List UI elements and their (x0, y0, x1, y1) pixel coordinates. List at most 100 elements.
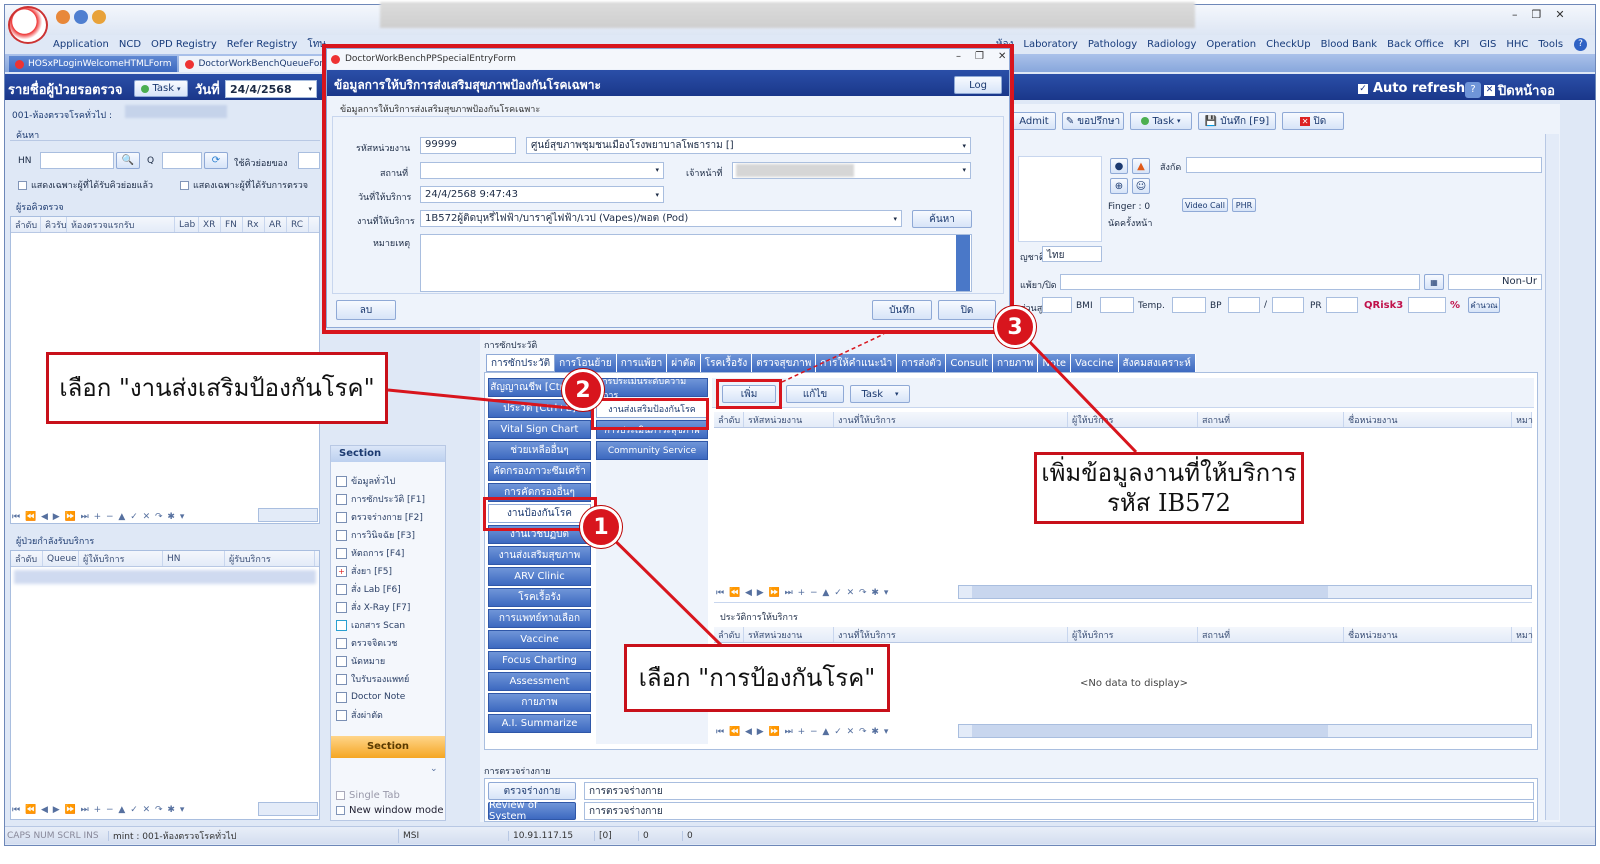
vtab-chronic[interactable]: โรคเรื้อรัง (488, 588, 591, 607)
vtab-alt-medicine[interactable]: การแพทย์ทางเลือก (488, 609, 591, 628)
col-queue[interactable]: Queue (43, 551, 79, 566)
quick-icon-2[interactable] (74, 10, 88, 24)
section-item-procedure[interactable]: หัตถการ [F4] (336, 544, 442, 562)
admit-button[interactable]: Admit (1012, 112, 1056, 130)
right-scrollbar[interactable] (1545, 134, 1559, 820)
section-footer-button[interactable]: Section (331, 736, 445, 758)
service-grid-navigator[interactable]: ⏮ ⏪ ◀ ▶ ⏩ ⏭ + − ▲ ✓ ✕ ↷ ✱ ▾ (716, 588, 956, 598)
col-order[interactable]: ลำดับ (714, 627, 744, 642)
col-queue[interactable]: คิวรับ (41, 217, 67, 232)
qrisk-input[interactable] (1408, 297, 1446, 313)
menu-hhc[interactable]: HHC (1501, 39, 1533, 50)
non-ur-field[interactable]: Non-Ur (1448, 274, 1542, 290)
filter-checkbox-1[interactable]: แสดงเฉพาะผู้ที่ได้รับคิวย่อยแล้ว (18, 178, 153, 192)
filter-checkbox-2[interactable]: แสดงเฉพาะผู้ที่ได้รับการตรวจ (180, 178, 308, 192)
col-service[interactable]: งานที่ให้บริการ (834, 412, 1068, 427)
consult-button[interactable]: ✎ ขอปรึกษา (1062, 112, 1124, 130)
subtab-disability[interactable]: การประเมินระดับความพิการ (596, 377, 708, 401)
menu-laboratory[interactable]: Laboratory (1018, 39, 1082, 50)
single-tab-checkbox[interactable]: Single Tab (336, 790, 400, 801)
drug-allergy-field[interactable] (1060, 274, 1420, 290)
grid-splitter[interactable] (714, 602, 1532, 606)
bp-diastolic-input[interactable] (1272, 297, 1304, 313)
hn-input[interactable] (40, 152, 114, 169)
doc-tab-welcome[interactable]: HOSxPLoginWelcomeHTMLForm (9, 56, 178, 72)
grid-task-button[interactable]: Task ▾ (850, 385, 910, 403)
tab-history[interactable]: การซักประวัติ (486, 354, 556, 372)
section-item-physical-exam[interactable]: ตรวจร่างกาย [F2] (336, 508, 442, 526)
tab-referral[interactable]: การส่งตัว (897, 354, 947, 372)
restore-icon[interactable]: ❐ (1532, 8, 1542, 21)
col-order[interactable]: ลำดับ (11, 217, 41, 232)
col-xr[interactable]: XR (199, 217, 221, 232)
section-item-surgery[interactable]: สั่งผ่าตัด (336, 706, 442, 724)
tab-chronic[interactable]: โรคเรื้อรัง (700, 354, 753, 372)
minimize-icon[interactable]: – (1512, 8, 1518, 21)
menu-opd-registry[interactable]: OPD Registry (146, 39, 222, 50)
section-item-doctor-note[interactable]: Doctor Note (336, 688, 442, 706)
col-more[interactable]: หมา (1512, 412, 1533, 427)
bmi-input[interactable] (1100, 297, 1134, 313)
col-provider[interactable]: ผู้ให้บริการ (79, 551, 163, 566)
ros-field[interactable]: การตรวจร่างกาย (584, 802, 1534, 820)
section-item-psychiatry[interactable]: ตรวจจิตเวช (336, 634, 442, 652)
section-item-history[interactable]: การซักประวัติ [F1] (336, 490, 442, 508)
physical-exam-button[interactable]: ตรวจร่างกาย (488, 782, 576, 800)
col-unit-code[interactable]: รหัสหน่วยงาน (744, 627, 834, 642)
user-icon[interactable]: ☺ (1132, 178, 1150, 194)
menu-pathology[interactable]: Pathology (1083, 39, 1142, 50)
close-icon[interactable]: ✕ (1555, 8, 1564, 21)
quick-icon-3[interactable] (92, 10, 106, 24)
vtab-ai-summarize[interactable]: A.I. Summarize (488, 714, 591, 733)
temp-input[interactable] (1172, 297, 1206, 313)
header-task-button[interactable]: Task ▾ (134, 80, 188, 97)
waiting-grid-navigator[interactable]: ⏮ ⏪ ◀ ▶ ⏩ ⏭ + − ▲ ✓ ✕ ↷ ✱ ▾ (12, 512, 262, 522)
history-grid-scroll-thumb[interactable] (972, 725, 1328, 737)
right-close-button[interactable]: ✕ ปิด (1282, 112, 1344, 130)
video-call-button[interactable]: Video Call (1182, 198, 1228, 212)
tab-social-work[interactable]: สังคมสงเคราะห์ (1118, 354, 1196, 372)
tab-vaccine[interactable]: Vaccine (1071, 354, 1119, 372)
history-grid-navigator[interactable]: ⏮ ⏪ ◀ ▶ ⏩ ⏭ + − ▲ ✓ ✕ ↷ ✱ ▾ (716, 727, 956, 737)
serving-grid[interactable] (10, 550, 320, 820)
refresh-button[interactable]: ⟳ (204, 152, 228, 169)
col-lab[interactable]: Lab (175, 217, 199, 232)
vtab-other-help[interactable]: ช่วยเหลืออื่นๆ (488, 441, 591, 460)
col-hn[interactable]: HN (163, 551, 225, 566)
physical-exam-field[interactable]: การตรวจร่างกาย (584, 782, 1534, 800)
vtab-physio[interactable]: กายภาพ (488, 693, 591, 712)
vtab-depression-screen[interactable]: คัดกรองภาวะซึมเศร้า (488, 462, 591, 481)
waiting-grid-scrollbar[interactable] (258, 508, 318, 522)
section-item-xray[interactable]: สั่ง X-Ray [F7] (336, 598, 442, 616)
new-window-checkbox[interactable]: New window mode (336, 805, 443, 816)
tab-checkup[interactable]: ตรวจสุขภาพ (752, 354, 817, 372)
quick-icon-1[interactable] (56, 10, 70, 24)
right-task-button[interactable]: Task ▾ (1130, 112, 1192, 130)
phr-button[interactable]: PHR (1232, 198, 1256, 212)
header-help-icon[interactable]: ? (1465, 82, 1481, 98)
col-unit-name[interactable]: ชื่อหน่วยงาน (1344, 627, 1512, 642)
pr-input[interactable] (1326, 297, 1358, 313)
serving-row-blurred[interactable] (14, 570, 316, 584)
col-service[interactable]: งานที่ให้บริการ (834, 627, 1068, 642)
col-order[interactable]: ลำดับ (11, 551, 43, 566)
vtab-focus-charting[interactable]: Focus Charting (488, 651, 591, 670)
col-rx[interactable]: Rx (243, 217, 265, 232)
tab-note[interactable]: Note (1038, 354, 1072, 372)
serving-grid-scrollbar[interactable] (258, 802, 318, 816)
drug-lookup-button[interactable]: ▦ (1424, 274, 1444, 290)
menu-radiology[interactable]: Radiology (1142, 39, 1201, 50)
section-item-appointment[interactable]: นัดหมาย (336, 652, 442, 670)
col-first-room[interactable]: ห้องตรวจแรกรับ (67, 217, 175, 232)
col-place[interactable]: สถานที่ (1198, 627, 1344, 642)
col-ar[interactable]: AR (265, 217, 287, 232)
bp-systolic-input[interactable] (1228, 297, 1260, 313)
calculate-button[interactable]: คำนวณ (1468, 297, 1500, 313)
section-item-medication[interactable]: + สั่งยา [F5] (336, 562, 442, 580)
vtab-health-promotion[interactable]: งานส่งเสริมสุขภาพ (488, 546, 591, 565)
col-order[interactable]: ลำดับ (714, 412, 744, 427)
tab-surgery[interactable]: ผ่าตัด (667, 354, 701, 372)
menu-kpi[interactable]: KPI (1449, 39, 1475, 50)
review-of-system-button[interactable]: Review of System (488, 800, 576, 822)
tab-allergy[interactable]: การแพ้ยา (616, 354, 668, 372)
